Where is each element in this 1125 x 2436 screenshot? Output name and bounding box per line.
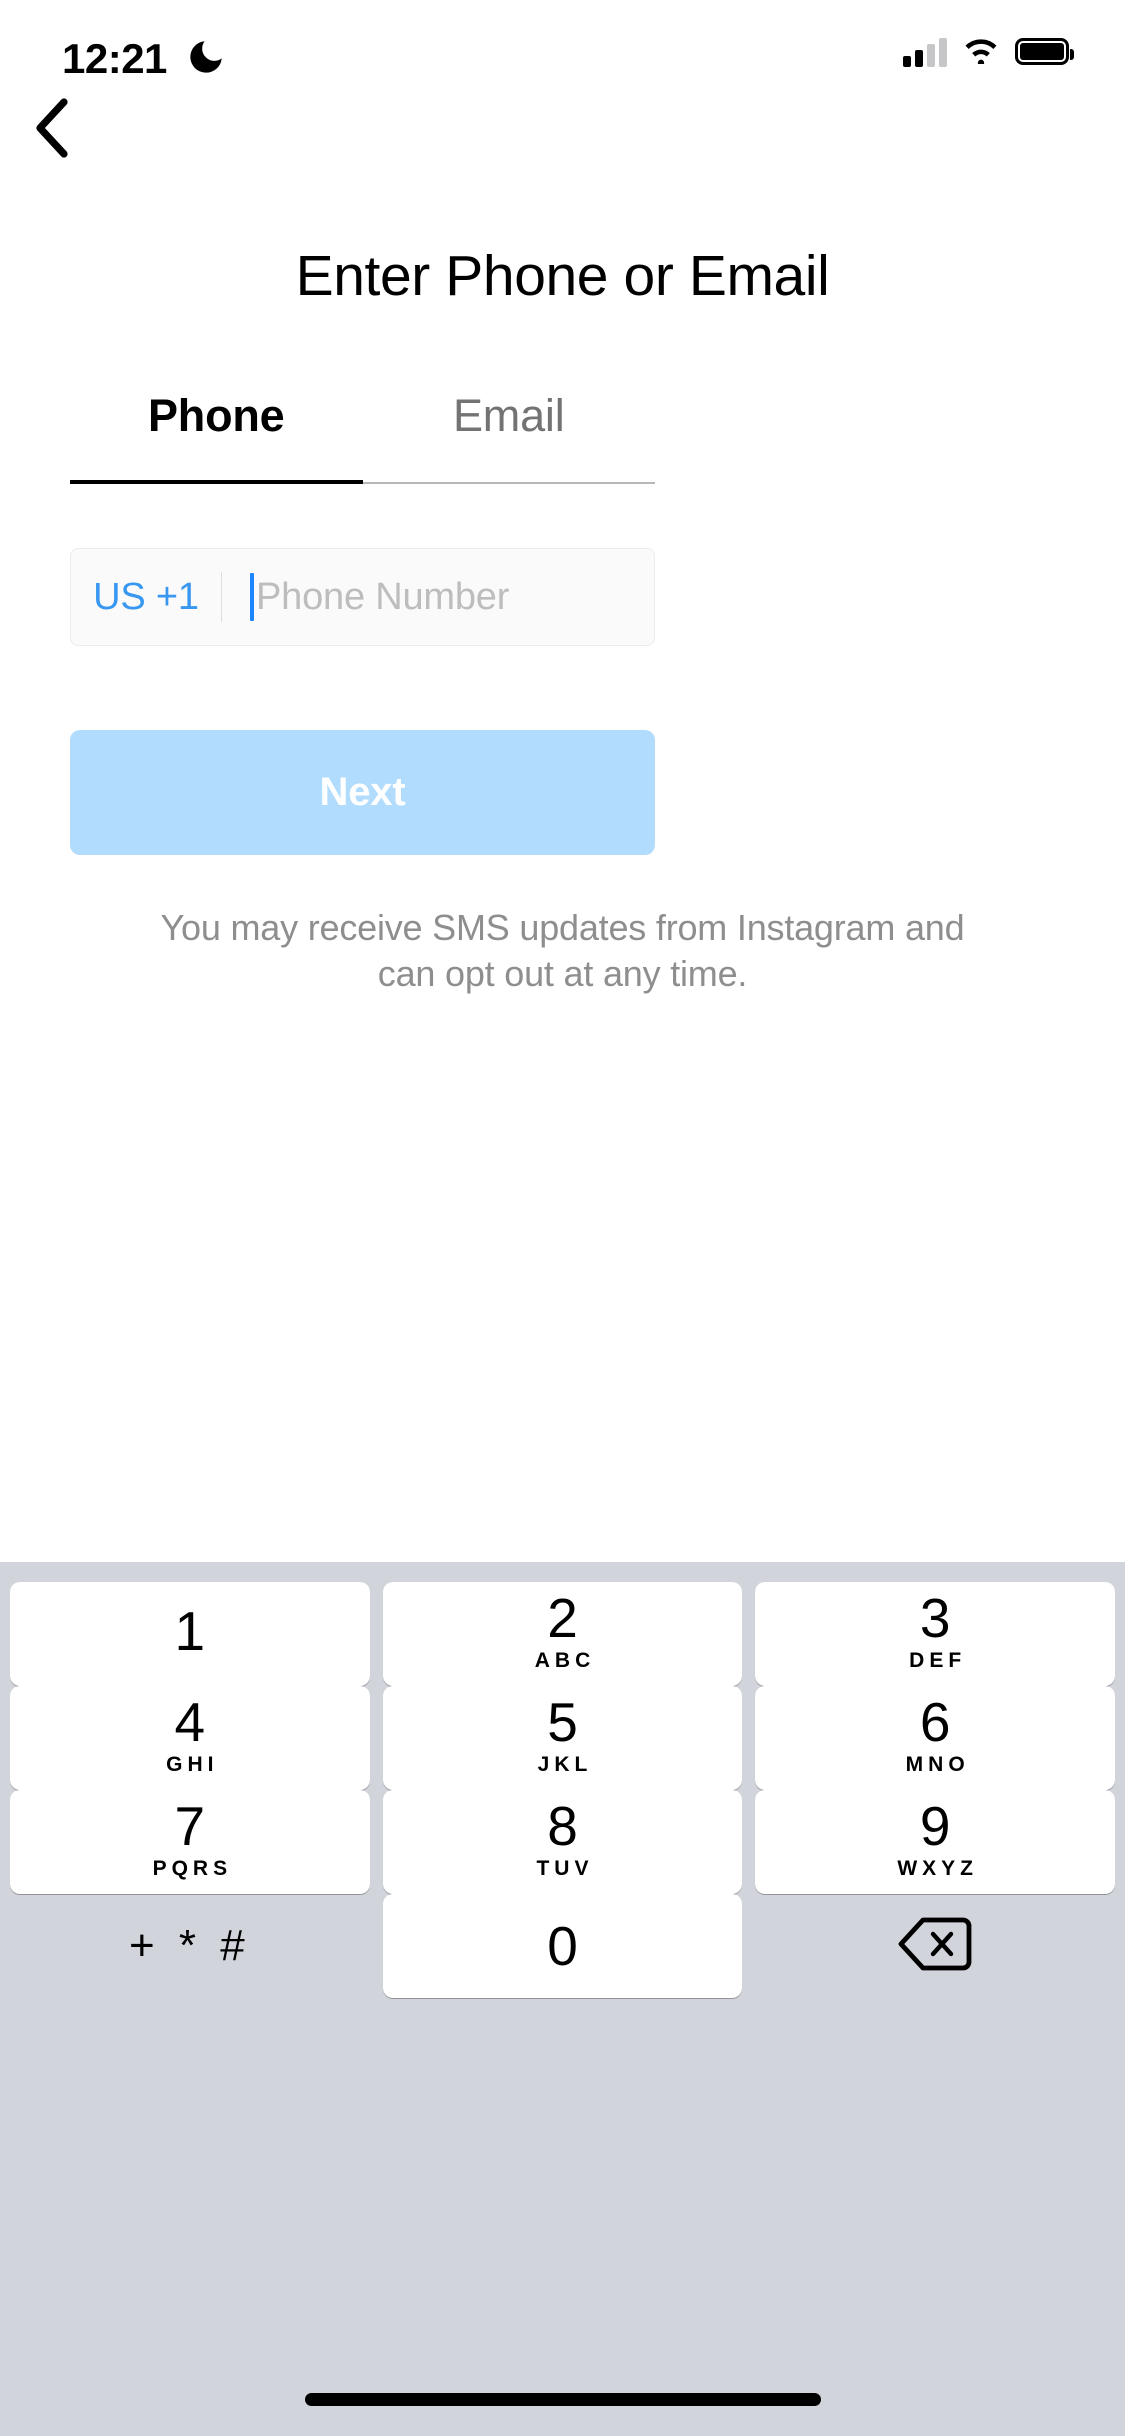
key-4[interactable]: 4 GHI [10, 1686, 370, 1790]
status-time: 12:21 [62, 35, 167, 82]
next-button[interactable]: Next [70, 730, 655, 855]
phone-screen: 12:21 Enter Phone or Email Phone Email U… [0, 0, 1125, 2436]
field-divider [221, 572, 222, 622]
key-symbols[interactable]: + * # [10, 1894, 370, 1998]
text-caret [250, 573, 254, 621]
key-9[interactable]: 9 WXYZ [755, 1790, 1115, 1894]
phone-number-placeholder: Phone Number [256, 575, 510, 618]
key-8[interactable]: 8 TUV [382, 1790, 743, 1894]
key-6[interactable]: 6 MNO [755, 1686, 1115, 1790]
numeric-keypad: 1 2 ABC 3 DEF 4 GHI 5 JKL 6 MNO 7 PQRS 8… [0, 1562, 1125, 2436]
phone-input-field[interactable]: US +1 Phone Number [70, 548, 655, 646]
key-letters: PQRS [152, 1857, 233, 1880]
key-digit: 4 [174, 1691, 206, 1753]
home-indicator [304, 2393, 821, 2406]
key-digit: 6 [919, 1691, 951, 1753]
crescent-moon-icon [185, 36, 227, 78]
key-digit: 9 [919, 1795, 951, 1857]
key-letters: ABC [534, 1649, 596, 1672]
chevron-left-icon [30, 97, 74, 163]
page-title: Enter Phone or Email [295, 244, 830, 308]
key-letters: DEF [909, 1649, 967, 1672]
key-1[interactable]: 1 [10, 1582, 370, 1686]
tab-email[interactable]: Email [362, 390, 655, 484]
sms-disclaimer-text: You may receive SMS updates from Instagr… [160, 907, 965, 994]
backspace-icon [897, 1916, 973, 1977]
key-5[interactable]: 5 JKL [382, 1686, 743, 1790]
wifi-icon [961, 34, 1001, 69]
key-backspace[interactable] [755, 1894, 1115, 1998]
key-letters: GHI [166, 1753, 219, 1776]
key-digit: 8 [547, 1795, 578, 1857]
auth-method-tabs: Phone Email [70, 390, 655, 484]
tab-phone[interactable]: Phone [70, 390, 363, 484]
key-digit: 2 [547, 1587, 578, 1649]
key-letters: MNO [905, 1753, 970, 1776]
cellular-signal-icon [903, 37, 947, 67]
key-digit: 1 [174, 1600, 206, 1662]
key-letters: WXYZ [897, 1857, 978, 1880]
key-3[interactable]: 3 DEF [755, 1582, 1115, 1686]
key-digit: 5 [547, 1691, 578, 1753]
key-letters: TUV [536, 1857, 594, 1880]
key-letters: JKL [537, 1753, 593, 1776]
status-indicators [903, 34, 1074, 69]
key-digit: 3 [919, 1587, 951, 1649]
key-7[interactable]: 7 PQRS [10, 1790, 370, 1894]
battery-full-icon [1015, 38, 1074, 65]
status-bar: 12:21 [0, 0, 1125, 100]
country-code-selector[interactable]: US +1 [71, 576, 221, 619]
key-digit: 0 [547, 1915, 578, 1977]
key-0[interactable]: 0 [382, 1894, 743, 1998]
keypad-grid: 1 2 ABC 3 DEF 4 GHI 5 JKL 6 MNO 7 PQRS 8… [10, 1582, 1115, 1998]
plus-star-hash-label: + * # [128, 1921, 251, 1970]
key-2[interactable]: 2 ABC [382, 1582, 743, 1686]
key-digit: 7 [174, 1795, 206, 1857]
back-button[interactable] [14, 92, 90, 168]
